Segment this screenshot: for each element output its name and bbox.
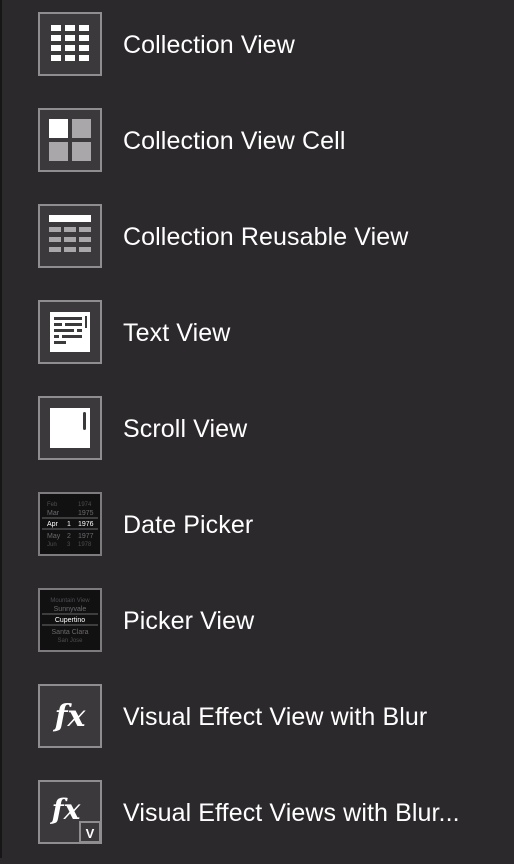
picker-view-icon: Mountain View Sunnyvale Cupertino Santa …	[38, 588, 102, 652]
date-picker-row: 1975	[78, 510, 94, 517]
date-picker-row: 1976	[78, 521, 94, 528]
picker-row: Santa Clara	[52, 629, 89, 636]
library-item-label: Picker View	[123, 607, 255, 635]
library-item-label: Visual Effect Views with Blur...	[123, 799, 460, 827]
vibrancy-badge: V	[86, 826, 95, 841]
date-picker-row: 1978	[78, 542, 92, 548]
text-view-icon	[38, 300, 102, 364]
library-item-collection-reusable-view[interactable]: Collection Reusable View	[0, 192, 514, 288]
date-picker-row: May	[47, 533, 61, 540]
library-item-text-view[interactable]: Text View	[0, 288, 514, 384]
date-picker-row: Mar	[47, 510, 60, 517]
date-picker-row: Apr	[47, 521, 59, 528]
library-item-label: Date Picker	[123, 511, 254, 539]
library-item-collection-view[interactable]: Collection View	[0, 0, 514, 96]
collection-view-icon	[38, 12, 102, 76]
library-item-label: Collection Reusable View	[123, 223, 409, 251]
date-picker-row: 3	[67, 542, 71, 548]
visual-effect-vibrancy-icon: fx V	[38, 780, 102, 844]
visual-effect-icon: fx	[38, 684, 102, 748]
library-item-picker-view[interactable]: Mountain View Sunnyvale Cupertino Santa …	[0, 576, 514, 672]
object-library-list: Collection View Collection View Cell Col…	[0, 0, 514, 864]
date-picker-row: 1977	[78, 533, 94, 540]
library-item-label: Collection View	[123, 31, 295, 59]
library-item-label: Scroll View	[123, 415, 248, 443]
date-picker-row: 1974	[78, 502, 92, 508]
library-item-label: Visual Effect View with Blur	[123, 703, 428, 731]
picker-row: Mountain View	[50, 598, 90, 604]
library-item-date-picker[interactable]: Feb 1974 Mar 1975 Apr 1 1976 May 2 1977 …	[0, 480, 514, 576]
library-item-label: Text View	[123, 319, 231, 347]
date-picker-row: 1	[67, 521, 71, 528]
library-item-visual-effect-views-vibrancy[interactable]: fx V Visual Effect Views with Blur...	[0, 768, 514, 864]
picker-row: Sunnyvale	[54, 606, 87, 613]
collection-view-cell-icon	[38, 108, 102, 172]
date-picker-icon: Feb 1974 Mar 1975 Apr 1 1976 May 2 1977 …	[38, 492, 102, 556]
picker-row: San Jose	[57, 638, 83, 644]
picker-row: Cupertino	[55, 617, 85, 624]
date-picker-row: Jun	[47, 542, 57, 548]
date-picker-row: Feb	[47, 502, 58, 508]
fx-glyph: fx	[50, 793, 81, 826]
library-item-scroll-view[interactable]: Scroll View	[0, 384, 514, 480]
collection-reusable-view-icon	[38, 204, 102, 268]
library-item-visual-effect-view[interactable]: fx Visual Effect View with Blur	[0, 672, 514, 768]
scroll-view-icon	[38, 396, 102, 460]
date-picker-row: 2	[67, 533, 71, 540]
library-item-label: Collection View Cell	[123, 127, 346, 155]
library-item-collection-view-cell[interactable]: Collection View Cell	[0, 96, 514, 192]
fx-glyph: fx	[53, 699, 87, 734]
